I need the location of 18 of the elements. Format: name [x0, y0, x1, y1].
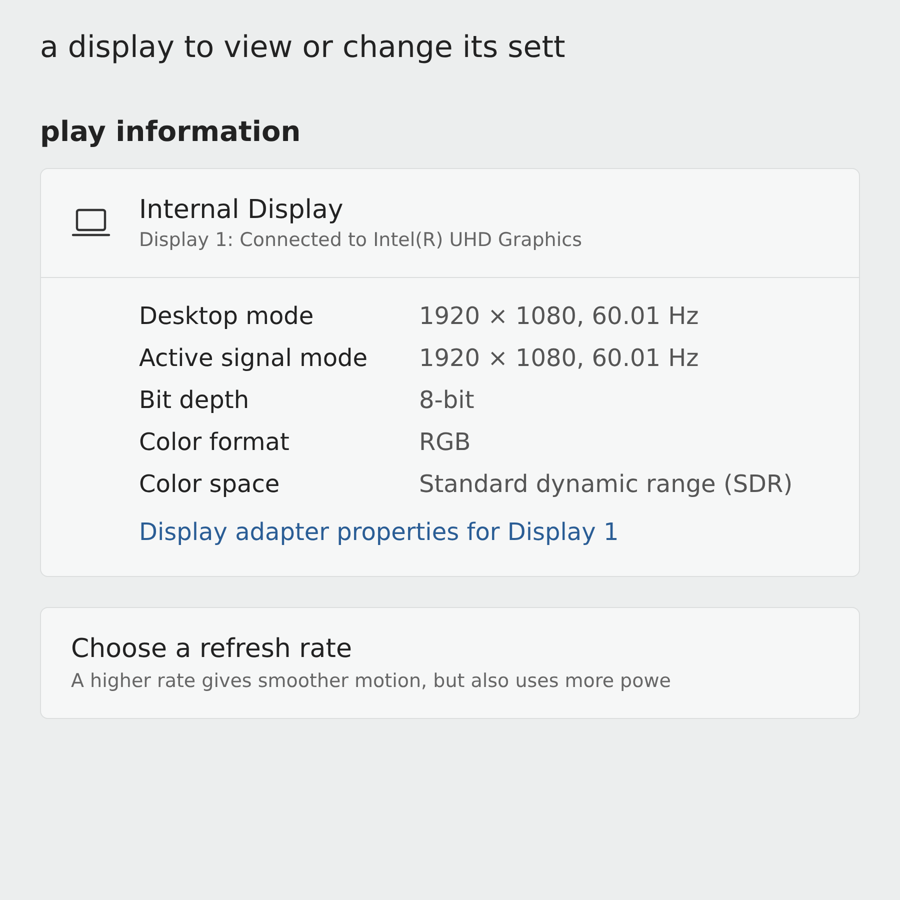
refresh-rate-description: A higher rate gives smoother motion, but also uses more powe — [71, 670, 672, 692]
property-label: Color space — [139, 470, 281, 498]
property-label: Bit depth — [139, 386, 250, 414]
display-subtitle: Display 1: Connected to Intel(R) UHD Graphics — [139, 229, 582, 251]
adapter-properties-link[interactable]: Display adapter properties for Display 1 — [139, 518, 619, 546]
property-label: Desktop mode — [139, 302, 315, 330]
property-value: 1920 × 1080, 60.01 Hz — [419, 344, 700, 372]
property-value: 1920 × 1080, 60.01 Hz — [419, 302, 700, 330]
property-label: Active signal mode — [139, 344, 369, 372]
intro-text: a display to view or change its sett — [40, 30, 566, 65]
display-name: Internal Display — [139, 195, 344, 225]
property-value: 8-bit — [419, 386, 476, 414]
refresh-rate-title: Choose a refresh rate — [71, 634, 353, 664]
property-label: Color format — [139, 428, 290, 456]
property-value: RGB — [419, 428, 472, 456]
laptop-icon — [71, 207, 111, 239]
section-title: play information — [40, 115, 302, 148]
property-value: Standard dynamic range (SDR) — [419, 470, 794, 498]
